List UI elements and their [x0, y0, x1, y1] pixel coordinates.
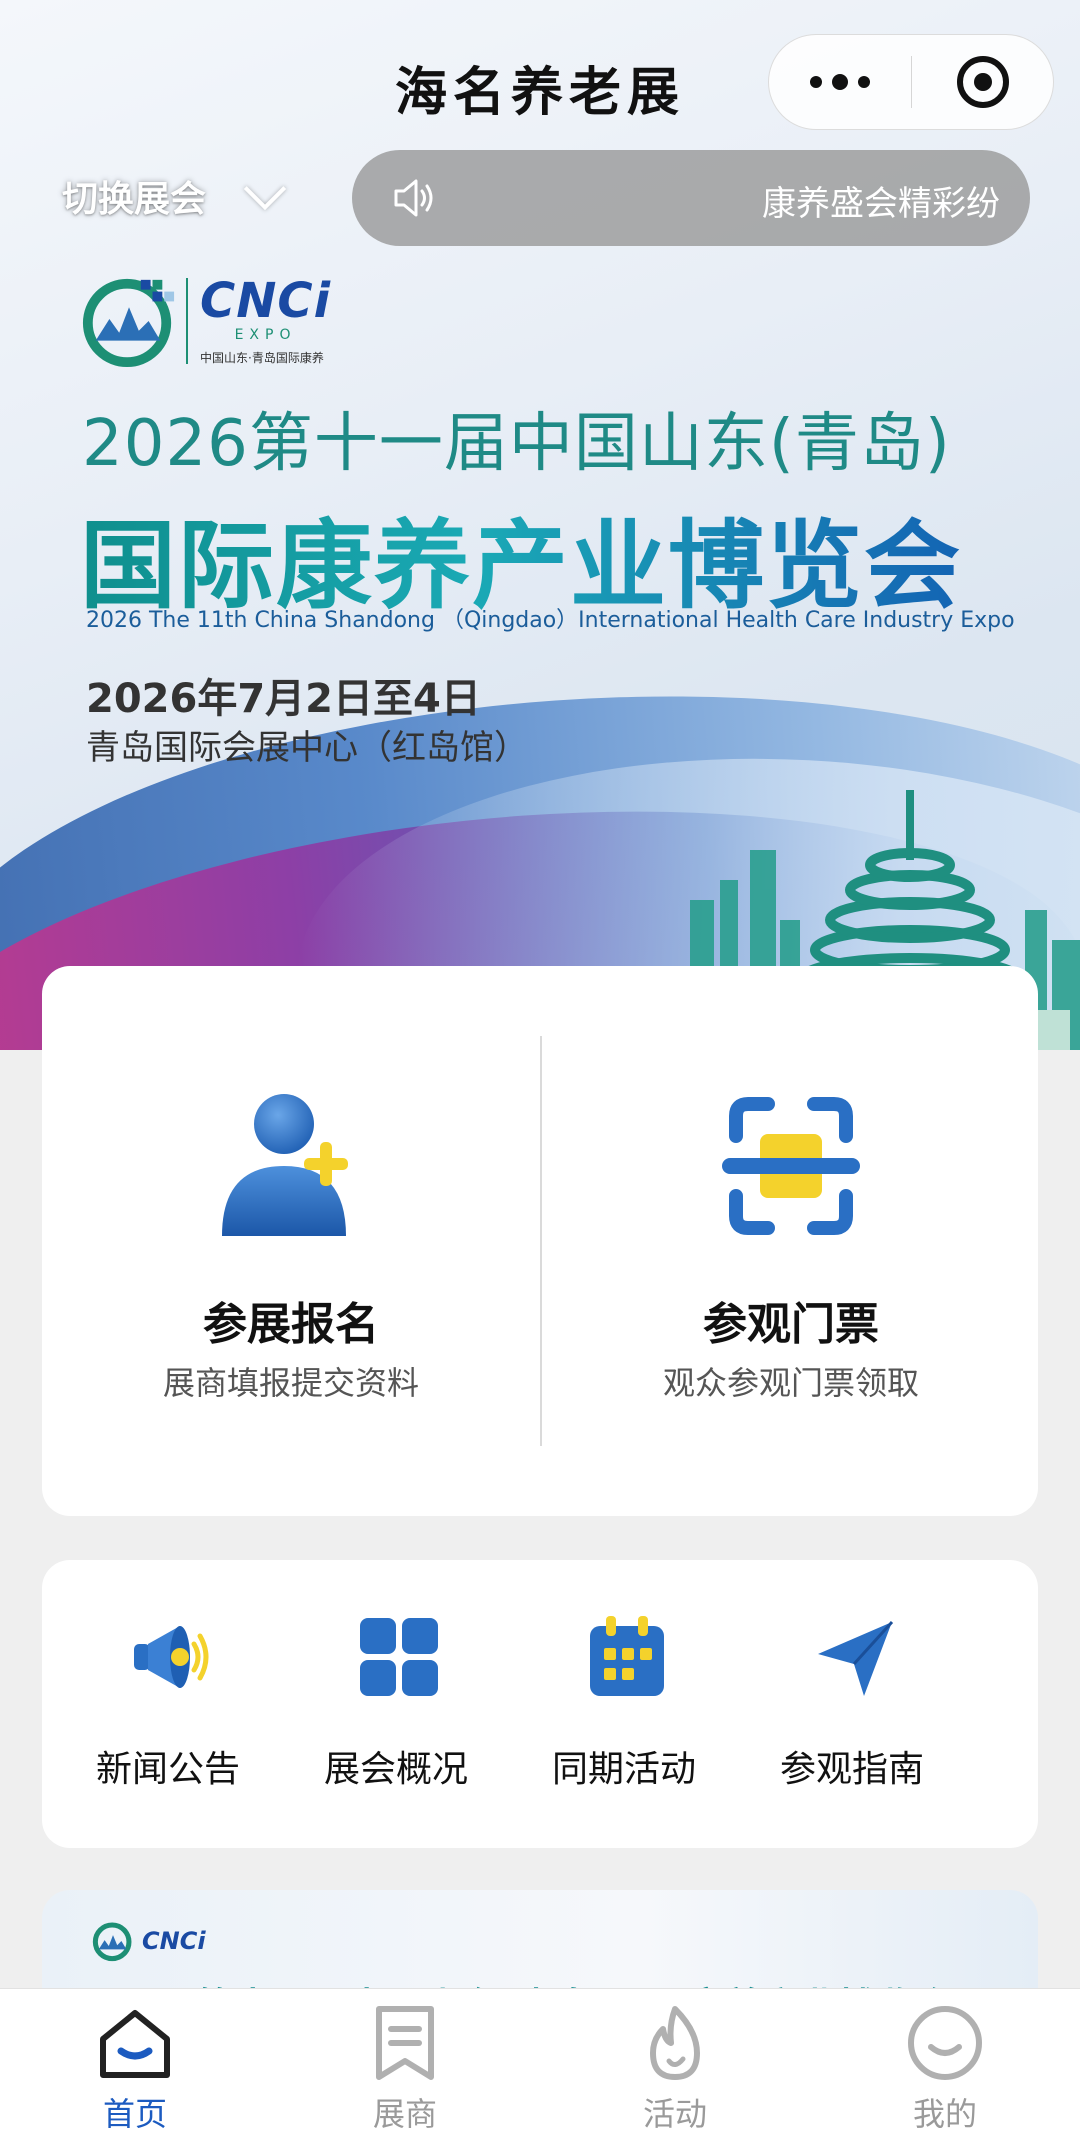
calendar-icon: [590, 1616, 664, 1696]
close-miniprogram-button[interactable]: [912, 56, 1053, 108]
globe-logo-icon: [92, 1922, 132, 1962]
chevron-down-icon: [243, 167, 287, 211]
registration-title: 参展报名: [203, 1299, 379, 1350]
tab-home[interactable]: 首页: [0, 1989, 270, 2144]
banner-wordmark: CNCi: [142, 1927, 206, 1955]
target-icon: [956, 56, 1009, 108]
logo-expo: EXPO: [234, 326, 297, 343]
tab-label: 展商: [372, 2095, 437, 2133]
megaphone-icon: [134, 1626, 209, 1688]
fire-icon: [650, 2006, 700, 2080]
grid-icon: [360, 1618, 438, 1696]
switch-expo-label: 切换展会: [62, 179, 207, 220]
more-dot-icon: [832, 74, 848, 90]
menu-item-guide[interactable]: 参观指南: [738, 1600, 966, 1820]
expo-edition-heading: 2026第十一届中国山东(青岛): [82, 407, 951, 481]
quick-menu-card: 新闻公告 展会概况 同期活动 参观指南: [42, 1560, 1038, 1848]
menu-label: 参观指南: [779, 1749, 924, 1790]
menu-item-news[interactable]: 新闻公告: [54, 1600, 282, 1820]
exhibitor-registration-button[interactable]: 参展报名 展商填报提交资料: [42, 966, 540, 1516]
menu-item-overview[interactable]: 展会概况: [282, 1600, 510, 1820]
switch-expo-button[interactable]: 切换展会: [62, 167, 287, 222]
tab-label: 活动: [642, 2095, 707, 2133]
registration-subtitle: 展商填报提交资料: [162, 1364, 419, 1402]
navigation-arrow-icon: [818, 1620, 894, 1696]
registration-card: 参展报名 展商填报提交资料 参观门票 观众参观门票领取: [42, 966, 1038, 1516]
expo-venue: 青岛国际会展中心（红岛馆）: [86, 728, 528, 768]
logo-wordmark: CNCi: [200, 272, 332, 329]
expo-date: 2026年7月2日至4日: [86, 676, 481, 722]
scan-ticket-icon: [722, 1097, 860, 1235]
home-icon: [100, 2010, 170, 2078]
more-dot-icon: [810, 76, 822, 88]
ticket-subtitle: 观众参观门票领取: [662, 1364, 919, 1402]
menu-item-events[interactable]: 同期活动: [510, 1600, 738, 1820]
expo-logo: CNCi EXPO 中国山东·青岛国际康养: [80, 272, 331, 370]
globe-logo-icon: [82, 278, 175, 368]
menu-label: 展会概况: [323, 1749, 468, 1790]
banner-logo: CNCi: [92, 1920, 206, 1962]
tab-label: 我的: [912, 2095, 977, 2133]
expo-english-name: 2026 The 11th China Shandong （Qingdao）In…: [86, 608, 1015, 633]
tab-mine[interactable]: 我的: [810, 1989, 1080, 2144]
smile-icon: [908, 2006, 982, 2080]
ticket-title: 参观门票: [703, 1299, 879, 1350]
menu-label: 同期活动: [551, 1749, 696, 1790]
add-user-icon: [222, 1094, 348, 1236]
hero-banner[interactable]: 海名养老展 切换展会 康养盛会精彩纷 CNCi EXPO 中国山东·青岛国际康养…: [0, 0, 1080, 1050]
bookmark-icon: [376, 2006, 434, 2080]
more-dot-icon: [858, 76, 870, 88]
more-menu-button[interactable]: [769, 74, 911, 90]
tab-exhibitors[interactable]: 展商: [270, 1989, 540, 2144]
tab-activities[interactable]: 活动: [540, 1989, 810, 2144]
speaker-icon: [394, 179, 433, 217]
tab-label: 首页: [102, 2095, 167, 2133]
logo-subtitle: 中国山东·青岛国际康养: [200, 350, 324, 365]
visitor-ticket-button[interactable]: 参观门票 观众参观门票领取: [542, 966, 1040, 1516]
notice-text: 康养盛会精彩纷: [762, 184, 1000, 224]
menu-label: 新闻公告: [95, 1749, 240, 1790]
bottom-tab-bar: 首页 展商 活动 我的: [0, 1988, 1080, 2144]
miniprogram-capsule: [768, 34, 1054, 130]
notice-bar[interactable]: 康养盛会精彩纷: [352, 150, 1030, 246]
